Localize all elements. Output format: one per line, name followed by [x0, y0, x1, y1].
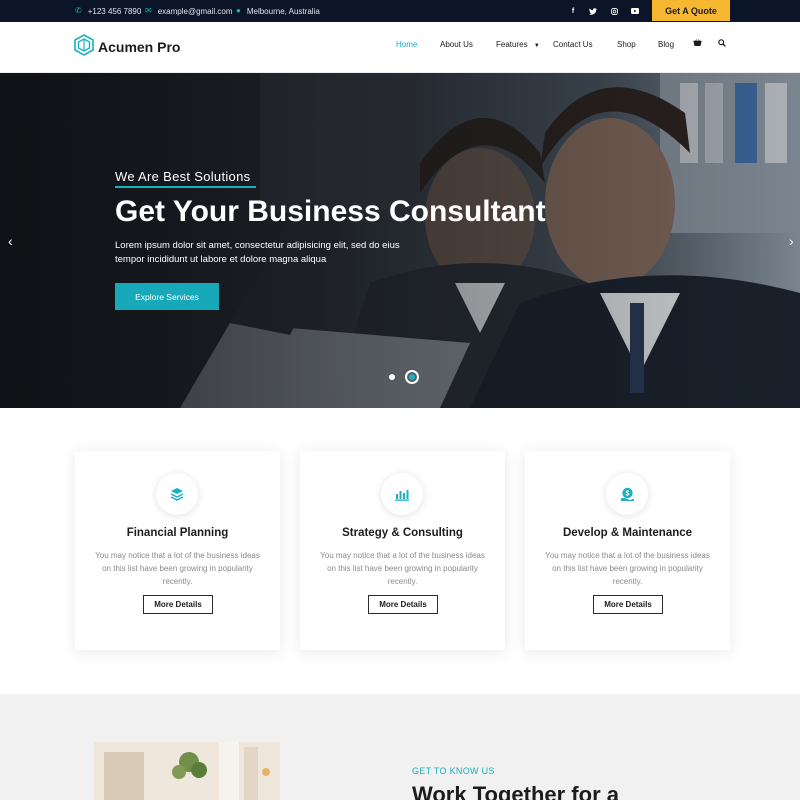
search-icon[interactable] [718, 39, 726, 49]
logo-text: Acumen Pro [98, 39, 181, 55]
hero-title: Get Your Business Consultant [115, 195, 546, 228]
more-details-button[interactable]: More Details [593, 595, 663, 614]
location-pin-icon: ● [236, 6, 241, 15]
layers-icon [156, 473, 198, 515]
location-text: Melbourne, Australia [246, 6, 320, 16]
chevron-down-icon: ▼ [533, 43, 540, 49]
service-description: You may notice that a lot of the busines… [545, 551, 710, 586]
service-card-develop-maintenance: $ Develop & Maintenance You may notice t… [525, 451, 730, 650]
get-a-quote-button[interactable]: Get A Quote [652, 0, 730, 21]
service-description: You may notice that a lot of the busines… [95, 551, 260, 586]
phone-icon: ✆ [75, 6, 82, 15]
more-details-button[interactable]: More Details [368, 595, 438, 614]
email-contact[interactable]: ✉ example@gmail.com [145, 0, 233, 22]
logo-mark-icon [74, 33, 94, 61]
slider-dot-2-active[interactable] [405, 370, 419, 384]
svg-text:$: $ [625, 490, 629, 497]
service-description: You may notice that a lot of the busines… [320, 551, 485, 586]
facebook-icon[interactable]: f [567, 5, 579, 17]
site-logo[interactable]: Acumen Pro [74, 33, 181, 61]
top-bar: ✆ +123 456 7890 ✉ example@gmail.com ● Me… [0, 0, 800, 22]
nav-features[interactable]: Features ▼ [496, 40, 540, 49]
more-details-button[interactable]: More Details [143, 595, 213, 614]
chart-icon [381, 473, 423, 515]
nav-home[interactable]: Home [396, 40, 417, 49]
location-contact: ● Melbourne, Australia [236, 0, 320, 22]
twitter-icon[interactable] [587, 5, 599, 17]
about-section: GET TO KNOW US Work Together for a [0, 694, 800, 800]
instagram-icon[interactable] [608, 5, 620, 17]
about-kicker: GET TO KNOW US [412, 766, 495, 776]
nav-contact-us[interactable]: Contact Us [553, 40, 593, 49]
office-photo [94, 742, 280, 800]
service-title: Financial Planning [126, 527, 229, 539]
phone-text: +123 456 7890 [87, 6, 142, 16]
slider-next-arrow-icon[interactable]: › [789, 233, 794, 249]
service-card-strategy-consulting: Strategy & Consulting You may notice tha… [300, 451, 505, 650]
hero-subtitle: We Are Best Solutions [115, 169, 251, 184]
nav-blog[interactable]: Blog [658, 40, 674, 49]
email-text: example@gmail.com [157, 6, 233, 16]
youtube-icon[interactable] [629, 5, 641, 17]
service-title: Strategy & Consulting [342, 527, 463, 539]
envelope-icon: ✉ [145, 6, 152, 15]
nav-features-label: Features [496, 40, 528, 49]
money-icon: $ [606, 473, 648, 515]
hero-description: Lorem ipsum dolor sit amet, consectetur … [115, 240, 400, 265]
hero-slider: We Are Best Solutions Get Your Business … [0, 73, 800, 408]
slider-dot-1[interactable] [389, 374, 395, 380]
phone-contact[interactable]: ✆ +123 456 7890 [75, 0, 141, 22]
about-title: Work Together for a [412, 782, 619, 800]
services-section: Financial Planning You may notice that a… [0, 408, 800, 694]
site-header: Acumen Pro Home About Us Features ▼ Cont… [0, 22, 800, 73]
nav-shop[interactable]: Shop [617, 40, 636, 49]
hero-subtitle-underline [115, 186, 256, 188]
cart-icon[interactable] [693, 39, 702, 49]
service-card-financial-planning: Financial Planning You may notice that a… [75, 451, 280, 650]
explore-services-button[interactable]: Explore Services [115, 283, 219, 310]
nav-about-us[interactable]: About Us [440, 40, 473, 49]
service-title: Develop & Maintenance [562, 527, 693, 539]
slider-prev-arrow-icon[interactable]: ‹ [8, 233, 13, 249]
